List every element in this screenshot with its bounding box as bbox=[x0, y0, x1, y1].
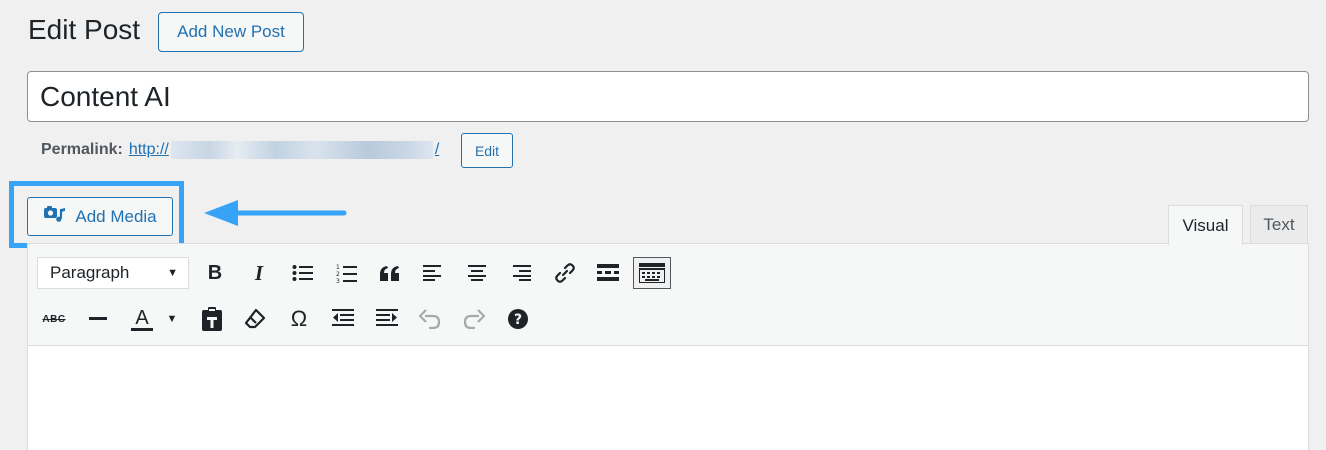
post-title-input[interactable]: Content AI bbox=[27, 71, 1309, 122]
svg-text:2: 2 bbox=[336, 271, 340, 278]
align-center-icon[interactable] bbox=[461, 257, 493, 289]
decrease-indent-icon[interactable] bbox=[327, 303, 359, 335]
chevron-down-icon[interactable]: ▼ bbox=[160, 303, 184, 335]
strikethrough-icon[interactable]: ABC bbox=[38, 303, 70, 335]
read-more-icon[interactable] bbox=[592, 257, 624, 289]
svg-text:3: 3 bbox=[336, 278, 340, 283]
special-character-icon[interactable]: Ω bbox=[283, 303, 315, 335]
toolbar-toggle-icon[interactable] bbox=[633, 257, 671, 289]
editor-toolbar: Paragraph ▼ B I 123 ABC A ▼ Ω ? bbox=[28, 244, 1308, 346]
bulleted-list-icon[interactable] bbox=[287, 257, 319, 289]
help-icon[interactable]: ? bbox=[502, 303, 534, 335]
text-color-icon[interactable]: A bbox=[126, 303, 158, 335]
add-media-button[interactable]: Add Media bbox=[27, 197, 173, 236]
horizontal-line-icon[interactable] bbox=[82, 303, 114, 335]
undo-icon[interactable] bbox=[414, 303, 446, 335]
page-title: Edit Post bbox=[28, 14, 141, 45]
add-media-icon bbox=[43, 204, 67, 229]
tab-text[interactable]: Text bbox=[1250, 205, 1308, 244]
add-new-post-button[interactable]: Add New Post bbox=[158, 12, 304, 52]
svg-text:?: ? bbox=[514, 312, 522, 328]
svg-text:1: 1 bbox=[336, 264, 340, 271]
align-left-icon[interactable] bbox=[417, 257, 449, 289]
permalink: Permalink: http:// / bbox=[41, 141, 439, 159]
bold-icon[interactable]: B bbox=[199, 257, 231, 289]
pointer-arrow-icon bbox=[204, 200, 347, 226]
increase-indent-icon[interactable] bbox=[371, 303, 403, 335]
paste-as-text-icon[interactable] bbox=[196, 303, 228, 335]
insert-link-icon[interactable] bbox=[549, 257, 581, 289]
permalink-edit-button[interactable]: Edit bbox=[461, 133, 513, 168]
chevron-down-icon: ▼ bbox=[167, 267, 178, 279]
editor-content-area[interactable] bbox=[28, 347, 1308, 450]
numbered-list-icon[interactable]: 123 bbox=[331, 257, 363, 289]
permalink-url-start: http:// bbox=[128, 141, 169, 158]
blockquote-icon[interactable] bbox=[374, 257, 406, 289]
tab-visual[interactable]: Visual bbox=[1168, 205, 1243, 245]
permalink-url-redacted bbox=[170, 141, 433, 159]
format-select-value: Paragraph bbox=[50, 263, 130, 282]
clear-formatting-icon[interactable] bbox=[239, 303, 271, 335]
align-right-icon[interactable] bbox=[505, 257, 537, 289]
italic-icon[interactable]: I bbox=[243, 257, 275, 289]
permalink-url[interactable]: http:// / bbox=[129, 141, 439, 159]
redo-icon[interactable] bbox=[458, 303, 490, 335]
editor: Paragraph ▼ B I 123 ABC A ▼ Ω ? bbox=[27, 243, 1309, 450]
add-media-label: Add Media bbox=[75, 206, 157, 226]
format-select[interactable]: Paragraph ▼ bbox=[37, 257, 189, 289]
permalink-url-end: / bbox=[434, 141, 440, 158]
permalink-label: Permalink: bbox=[41, 141, 123, 158]
